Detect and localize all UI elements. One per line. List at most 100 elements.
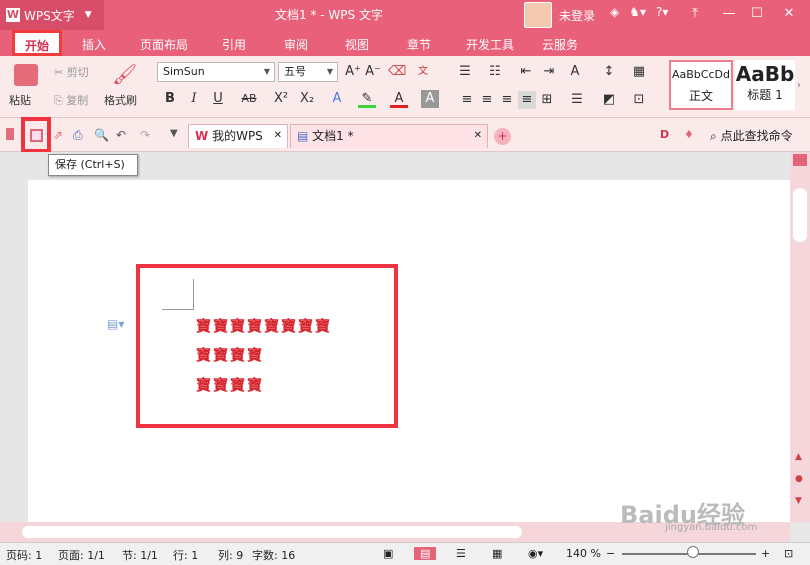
tab-developer[interactable]: 开发工具 (466, 36, 514, 53)
scroll-thumb[interactable] (793, 188, 807, 242)
login-link[interactable]: 未登录 (559, 7, 595, 24)
bookmark-icon[interactable]: ♦ (684, 128, 694, 141)
superscript-icon[interactable]: X² (272, 90, 290, 108)
new-tab-button[interactable]: + (494, 128, 511, 145)
avatar[interactable] (524, 2, 552, 28)
maximize-button[interactable]: ☐ (746, 3, 768, 25)
clear-format-icon[interactable]: ⌫ (388, 63, 406, 81)
app-menu-button[interactable]: W WPS文字 ▼ (0, 0, 104, 30)
indent-increase-icon[interactable]: ⇥ (540, 63, 558, 81)
status-page-code: 页码: 1 (6, 549, 43, 562)
numbered-list-icon[interactable]: ☷ (486, 63, 504, 81)
char-shading-icon[interactable]: A (421, 90, 439, 108)
grow-font-icon[interactable]: A⁺ (344, 63, 362, 81)
print-icon[interactable]: ⎙ (73, 128, 87, 142)
export-icon[interactable]: ⇗ (53, 128, 67, 142)
page-view-icon[interactable]: ▤ (414, 547, 437, 560)
web-view-icon[interactable]: ▦ (492, 547, 502, 560)
copy-button[interactable]: ⎘ 复制 (54, 92, 88, 108)
minimize-button[interactable]: — (718, 3, 740, 25)
char-scale-icon[interactable]: A (566, 63, 584, 81)
shrink-font-icon[interactable]: A⁻ (364, 63, 382, 81)
help-icon[interactable]: ?▾ (656, 5, 668, 19)
align-center-icon[interactable]: ≡ (478, 91, 496, 109)
strikethrough-icon[interactable]: AB (240, 90, 258, 108)
customize-icon[interactable]: ▼ (170, 128, 184, 142)
zoom-in-icon[interactable]: + (761, 547, 770, 560)
fit-page-icon[interactable]: ⊡ (784, 547, 793, 560)
font-family-select[interactable]: SimSun ▼ (157, 62, 275, 82)
sort-icon[interactable]: ↕ (600, 63, 618, 81)
table-icon[interactable]: ▦ (630, 63, 648, 81)
fullscreen-icon[interactable]: ▣ (383, 547, 393, 560)
paragraph-handle-icon[interactable]: ▤▾ (107, 317, 124, 331)
doc-tab-label: 我的WPS (212, 129, 263, 143)
align-left-icon[interactable]: ≡ (458, 91, 476, 109)
redo-icon[interactable]: ↷ (140, 128, 154, 142)
search-command[interactable]: ⌕ 点此查找命令 (710, 127, 793, 144)
close-icon[interactable]: ✕ (274, 125, 282, 147)
doc-tab-mywps[interactable]: W 我的WPS ✕ (188, 124, 288, 148)
tab-insert[interactable]: 插入 (82, 36, 106, 53)
subscript-icon[interactable]: X₂ (298, 90, 316, 108)
indent-decrease-icon[interactable]: ⇤ (517, 63, 535, 81)
justify-icon[interactable]: ≡ (518, 91, 536, 109)
search-icon: ⌕ (710, 129, 717, 143)
hscroll-thumb[interactable] (22, 526, 522, 538)
paste-button[interactable]: 粘贴 (9, 92, 31, 108)
tab-references[interactable]: 引用 (222, 36, 246, 53)
tab-chapter[interactable]: 章节 (407, 36, 431, 53)
browse-object-icon[interactable]: ● (795, 474, 803, 484)
align-right-icon[interactable]: ≡ (498, 91, 516, 109)
distribute-icon[interactable]: ⊞ (538, 91, 556, 109)
doc-tab-document1[interactable]: ▤ 文档1 * ✕ (290, 124, 488, 148)
shading-icon[interactable]: ◩ (600, 91, 618, 109)
status-col: 列: 9 (218, 549, 244, 562)
paste-icon[interactable] (14, 64, 38, 86)
tab-cloud[interactable]: 云服务 (542, 36, 578, 53)
tab-home[interactable]: 开始 (12, 30, 62, 56)
close-icon[interactable]: ✕ (474, 125, 482, 147)
border-icon[interactable]: ⊡ (630, 91, 648, 109)
underline-icon[interactable]: U (209, 90, 227, 108)
zoom-out-icon[interactable]: − (606, 547, 615, 560)
zoom-handle[interactable] (687, 546, 699, 558)
format-painter-button[interactable]: 格式刷 (104, 92, 137, 108)
ribbon-tabs (0, 30, 810, 56)
new-doc-icon[interactable] (6, 128, 14, 140)
highlight-icon[interactable]: ✎ (358, 90, 376, 108)
annotation-box (136, 264, 398, 428)
skin-icon[interactable]: ◈ (610, 5, 619, 19)
style-heading1-preview: AaBb (735, 62, 795, 86)
scroll-up-icon[interactable] (793, 154, 807, 166)
outline-view-icon[interactable]: ☰ (456, 547, 466, 560)
close-button[interactable]: ✕ (778, 3, 800, 25)
italic-icon[interactable]: I (185, 90, 203, 108)
zoom-level[interactable]: 140 % (566, 547, 601, 560)
font-size-select[interactable]: 五号 ▼ (278, 62, 338, 82)
save-button[interactable] (21, 117, 51, 153)
tab-review[interactable]: 审阅 (284, 36, 308, 53)
print-preview-icon[interactable]: 🔍 (94, 128, 109, 142)
phonetic-icon[interactable]: 文 (414, 63, 432, 81)
style-heading1[interactable]: AaBb 标题 1 (735, 60, 795, 110)
eye-protect-icon[interactable]: ◉▾ (528, 547, 543, 560)
prev-page-icon[interactable]: ▲ (795, 452, 802, 462)
line-spacing-icon[interactable]: ☰ (568, 91, 586, 109)
tab-view[interactable]: 视图 (345, 36, 369, 53)
text-effect-icon[interactable]: A (328, 90, 346, 108)
style-normal[interactable]: AaBbCcDd 正文 (669, 60, 733, 110)
next-page-icon[interactable]: ▼ (795, 496, 802, 506)
mascot-icon[interactable]: ♞▾ (629, 5, 646, 19)
vertical-scrollbar[interactable]: ▲ ● ▼ (790, 152, 810, 522)
undo-icon[interactable]: ↶ (116, 128, 130, 142)
tab-page-layout[interactable]: 页面布局 (140, 36, 188, 53)
restore-icon[interactable]: ⤒ (684, 3, 706, 25)
font-color-icon[interactable]: A (390, 90, 408, 108)
cut-button[interactable]: ✂ 剪切 (54, 64, 89, 80)
translate-icon[interactable]: D (660, 128, 669, 141)
bullet-list-icon[interactable]: ☰ (456, 63, 474, 81)
bold-icon[interactable]: B (161, 90, 179, 108)
format-painter-icon[interactable]: 🖌 (112, 62, 137, 86)
chevron-right-icon[interactable]: › (797, 80, 801, 91)
